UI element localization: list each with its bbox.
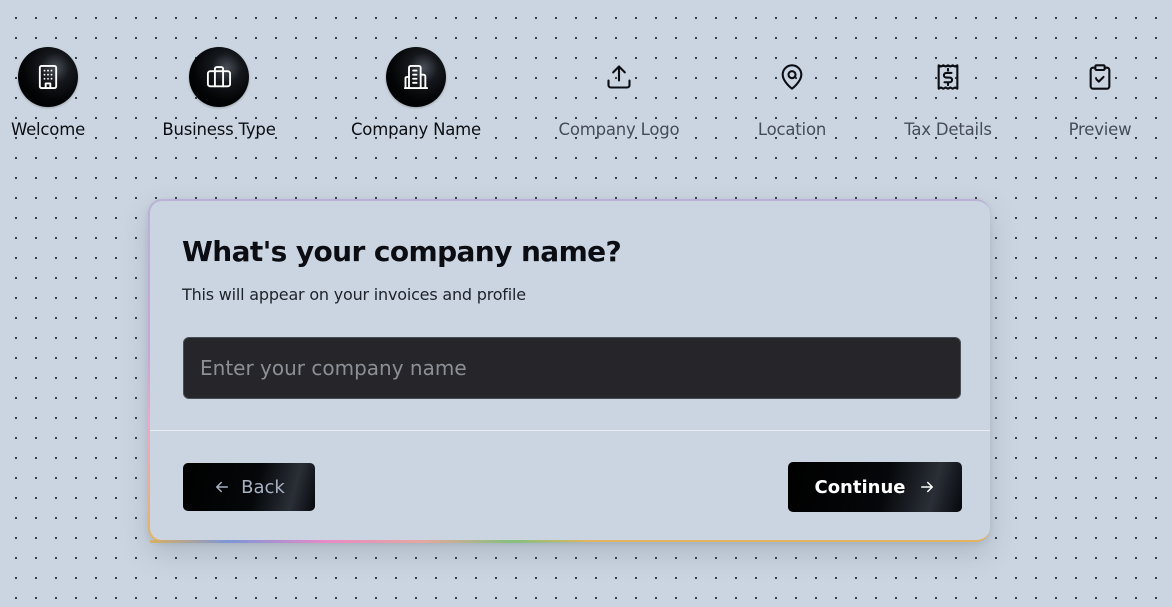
arrow-left-icon [216,481,229,493]
step-label-tax-details: Tax Details [904,120,992,139]
card-subtitle: This will appear on your invoices and pr… [182,285,526,304]
company-name-input[interactable] [183,337,961,399]
card-divider [150,430,990,431]
step-location[interactable]: Location [712,47,872,139]
step-label-location: Location [757,120,827,139]
step-welcome[interactable]: Welcome [0,47,128,139]
building-2-icon [386,47,446,107]
continue-button[interactable]: Continue [788,462,962,512]
step-business-type[interactable]: Business Type [139,47,299,139]
clipboard-check-icon [1070,47,1130,107]
upload-icon [589,47,649,107]
company-name-card: What's your company name? This will appe… [148,199,990,542]
back-button[interactable]: Back [183,463,315,511]
card-accent-glow [150,540,590,543]
step-company-name[interactable]: Company Name [336,47,496,139]
step-tax-details[interactable]: Tax Details [868,47,1028,139]
step-company-logo[interactable]: Company Logo [539,47,699,139]
arrow-right-icon [920,481,933,493]
back-button-label: Back [241,476,285,498]
step-label-welcome: Welcome [10,120,86,139]
briefcase-icon [189,47,249,107]
step-preview[interactable]: Preview [1020,47,1172,139]
receipt-icon [918,47,978,107]
card-title: What's your company name? [182,235,622,268]
building-icon [18,47,78,107]
step-label-company-logo: Company Logo [558,120,680,139]
step-label-preview: Preview [1068,120,1132,139]
step-label-business-type: Business Type [162,120,276,139]
step-label-company-name: Company Name [350,120,482,139]
map-pin-icon [762,47,822,107]
continue-button-label: Continue [814,476,906,498]
